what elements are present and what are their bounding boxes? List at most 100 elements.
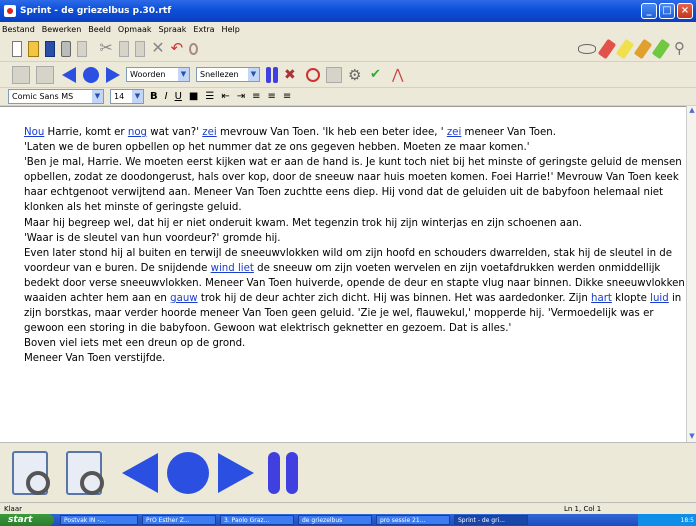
previous-icon[interactable]: [60, 66, 78, 84]
previous-large-icon[interactable]: [120, 451, 160, 495]
next-icon[interactable]: [104, 66, 122, 84]
menu-bewerken[interactable]: Bewerken: [42, 25, 82, 34]
text-run: Boven viel iets met een dreun op de gron…: [24, 338, 246, 350]
system-tray: 18:5: [638, 514, 696, 526]
task-pro-sessie[interactable]: pro sessie 21...: [376, 515, 450, 525]
read-mode-select[interactable]: Woorden ▼: [126, 67, 190, 82]
read-document-icon[interactable]: [12, 65, 30, 84]
scroll-up-icon[interactable]: ▲: [687, 106, 696, 116]
highlighted-word[interactable]: zei: [202, 127, 216, 138]
pause-icon[interactable]: [266, 66, 278, 83]
record-icon[interactable]: [306, 67, 320, 82]
paragraph[interactable]: Even later stond hij al buiten en terwij…: [24, 246, 686, 337]
text-run: Harrie, komt er: [44, 127, 128, 138]
speed-select[interactable]: Snellezen ▼: [196, 67, 260, 82]
indent-increase-icon[interactable]: ⇥: [237, 91, 245, 102]
dictionary-icon[interactable]: [326, 66, 342, 83]
start-button[interactable]: start: [0, 514, 54, 526]
indent-decrease-icon[interactable]: ⇤: [221, 91, 229, 102]
next-large-icon[interactable]: [216, 451, 256, 495]
chevron-down-icon: ▼: [178, 68, 189, 81]
print-icon[interactable]: [60, 40, 72, 57]
pronounce-icon[interactable]: ⋀: [392, 67, 408, 83]
play-icon[interactable]: [82, 66, 100, 84]
align-right-icon[interactable]: ≡: [283, 91, 291, 102]
highlighted-word[interactable]: wind liet: [211, 263, 254, 274]
filter-icon[interactable]: ⚲: [674, 40, 690, 57]
menu-help[interactable]: Help: [222, 25, 240, 34]
paste-icon[interactable]: [135, 40, 146, 57]
task-griezelbus[interactable]: de griezelbus: [298, 515, 372, 525]
text-run: Meneer Van Toen verstijfde.: [24, 353, 166, 365]
paragraph[interactable]: Nou Harrie, komt er nog wat van?' zei me…: [24, 125, 686, 140]
scroll-down-icon[interactable]: ▼: [687, 432, 696, 442]
paragraph[interactable]: 'Ben je mal, Harrie. We moeten eerst kij…: [24, 155, 686, 215]
highlighted-word[interactable]: Nou: [24, 127, 44, 138]
delete-icon[interactable]: ✕: [151, 39, 164, 57]
green-marker-icon[interactable]: [651, 38, 671, 59]
underline-button[interactable]: U: [175, 91, 182, 102]
task-pro-esther[interactable]: PrO Esther Z...: [142, 515, 216, 525]
new-document-icon[interactable]: [12, 40, 23, 57]
font-color-icon[interactable]: ■: [189, 91, 198, 102]
bullets-icon[interactable]: ☰: [205, 91, 214, 102]
status-bar: Klaar Ln 1, Col 1: [0, 502, 696, 514]
document-area[interactable]: Nou Harrie, komt er nog wat van?' zei me…: [0, 106, 696, 442]
task-postvak[interactable]: Postvak IN -...: [60, 515, 138, 525]
vertical-scrollbar[interactable]: ▲ ▼: [686, 106, 696, 442]
menu-spraak[interactable]: Spraak: [159, 25, 187, 34]
document-text[interactable]: Nou Harrie, komt er nog wat van?' zei me…: [24, 125, 686, 367]
align-center-icon[interactable]: ≡: [268, 91, 276, 102]
app-icon: [4, 5, 16, 17]
highlighted-word[interactable]: luid: [650, 293, 669, 304]
bold-button[interactable]: B: [150, 91, 158, 102]
copy-icon[interactable]: [118, 40, 129, 57]
highlighted-word[interactable]: zei: [447, 127, 461, 138]
task-paolo[interactable]: 3. Paolo Graz...: [220, 515, 294, 525]
chevron-down-icon: ▼: [92, 90, 103, 103]
paragraph[interactable]: Meneer Van Toen verstijfde.: [24, 351, 686, 366]
menu-opmaak[interactable]: Opmaak: [118, 25, 152, 34]
paragraph[interactable]: 'Laten we de buren opbellen op het numme…: [24, 140, 686, 155]
text-run: 'Waar is de sleutel van hun voordeur?' g…: [24, 232, 281, 244]
spellcheck-icon[interactable]: ✔: [370, 67, 386, 83]
eraser-icon[interactable]: [577, 43, 596, 54]
stop-icon[interactable]: ✖: [284, 67, 300, 83]
menu-extra[interactable]: Extra: [193, 25, 214, 34]
paragraph[interactable]: Boven viel iets met een dreun op de gron…: [24, 336, 686, 351]
menu-beeld[interactable]: Beeld: [88, 25, 111, 34]
task-sprint[interactable]: Sprint - de gri...: [454, 515, 528, 525]
paragraph[interactable]: 'Waar is de sleutel van hun voordeur?' g…: [24, 231, 686, 246]
settings-icon[interactable]: ⚙: [348, 67, 364, 83]
highlighted-word[interactable]: gauw: [170, 293, 198, 304]
read-document-large-icon[interactable]: [12, 450, 50, 495]
read-selection-icon[interactable]: [36, 65, 54, 84]
highlighted-word[interactable]: nog: [128, 127, 147, 138]
print-preview-icon[interactable]: [77, 40, 88, 57]
undo-icon[interactable]: ↶: [171, 40, 184, 57]
close-button[interactable]: ×: [677, 3, 693, 19]
save-icon[interactable]: [44, 40, 55, 57]
app-window: Sprint - de griezelbus p.30.rtf _ □ × Be…: [0, 0, 696, 526]
minimize-button[interactable]: _: [641, 3, 657, 19]
cut-icon[interactable]: ✂: [99, 39, 112, 57]
search-icon[interactable]: [189, 42, 198, 55]
align-left-icon[interactable]: ≡: [252, 91, 260, 102]
maximize-button[interactable]: □: [659, 3, 675, 19]
orange-marker-icon[interactable]: [633, 38, 653, 59]
open-folder-icon[interactable]: [28, 40, 39, 57]
text-run: trok hij de deur achter zich dicht. Hij …: [197, 293, 592, 305]
italic-button[interactable]: I: [165, 91, 168, 102]
status-text: Klaar: [4, 504, 22, 513]
paragraph[interactable]: Maar hij begreep wel, dat hij er niet on…: [24, 216, 686, 231]
play-large-icon[interactable]: [166, 451, 210, 495]
font-size-select[interactable]: 14 ▼: [110, 89, 144, 104]
red-marker-icon[interactable]: [597, 38, 617, 59]
text-run: 'Ben je mal, Harrie. We moeten eerst kij…: [24, 157, 685, 214]
menu-bestand[interactable]: Bestand: [2, 25, 35, 34]
read-selection-large-icon[interactable]: [66, 450, 104, 495]
yellow-marker-icon[interactable]: [615, 38, 635, 59]
pause-large-icon[interactable]: [268, 451, 298, 494]
highlighted-word[interactable]: hart: [591, 293, 612, 304]
font-family-select[interactable]: Comic Sans MS ▼: [8, 89, 104, 104]
